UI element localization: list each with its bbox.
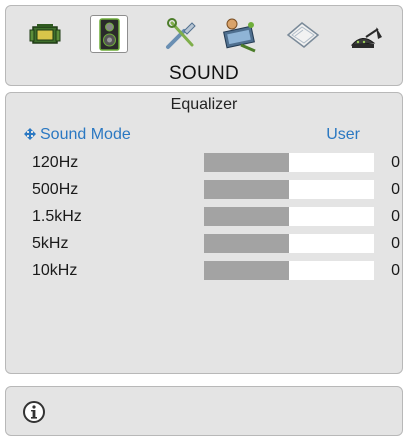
picture-icon bbox=[29, 24, 61, 44]
band-label-1-5khz: 1.5kHz bbox=[32, 208, 82, 225]
move-arrows-icon bbox=[24, 128, 36, 140]
equalizer-panel: Equalizer Sound Mode User 120Hz 0 500Hz … bbox=[5, 92, 403, 374]
band-slider-500hz[interactable] bbox=[204, 180, 374, 199]
info-bar bbox=[5, 386, 403, 436]
band-slider-10khz[interactable] bbox=[204, 261, 374, 280]
section-title: Equalizer bbox=[170, 96, 238, 113]
band-value-5khz: 0 bbox=[391, 235, 400, 252]
band-slider-120hz[interactable] bbox=[204, 153, 374, 172]
tab-setup[interactable] bbox=[162, 15, 200, 53]
speaker-icon bbox=[99, 18, 120, 51]
band-fill-5khz bbox=[204, 234, 289, 253]
band-fill-10khz bbox=[204, 261, 289, 280]
channel-setup-icon bbox=[223, 18, 256, 53]
tab-satellite[interactable] bbox=[348, 15, 386, 53]
sound-mode-value[interactable]: User bbox=[326, 126, 360, 144]
band-slider-1-5khz[interactable] bbox=[204, 207, 374, 226]
band-label-120hz: 120Hz bbox=[32, 154, 79, 171]
sound-mode-label: Sound Mode bbox=[40, 126, 131, 143]
menu-bar: SOUND bbox=[5, 5, 403, 86]
sound-mode-row[interactable]: Sound Mode bbox=[40, 126, 131, 144]
satellite-dish-icon bbox=[350, 27, 382, 48]
band-slider-5khz[interactable] bbox=[204, 234, 374, 253]
band-fill-1-5khz bbox=[204, 207, 289, 226]
band-value-1-5khz: 0 bbox=[391, 208, 400, 225]
band-value-10khz: 0 bbox=[391, 262, 400, 279]
tools-icon bbox=[166, 18, 196, 49]
band-value-120hz: 0 bbox=[391, 154, 400, 171]
band-value-500hz: 0 bbox=[391, 181, 400, 198]
book-icon bbox=[286, 22, 320, 48]
tab-channel[interactable] bbox=[221, 15, 259, 53]
band-label-500hz: 500Hz bbox=[32, 181, 79, 198]
band-label-10khz: 10kHz bbox=[32, 262, 78, 279]
band-label-5khz: 5kHz bbox=[32, 235, 69, 252]
tab-picture[interactable] bbox=[27, 15, 65, 53]
tab-manual[interactable] bbox=[284, 15, 322, 53]
band-fill-500hz bbox=[204, 180, 289, 199]
info-icon[interactable] bbox=[22, 400, 46, 424]
band-fill-120hz bbox=[204, 153, 289, 172]
tab-sound[interactable] bbox=[90, 15, 128, 53]
page-title: SOUND bbox=[168, 63, 240, 84]
